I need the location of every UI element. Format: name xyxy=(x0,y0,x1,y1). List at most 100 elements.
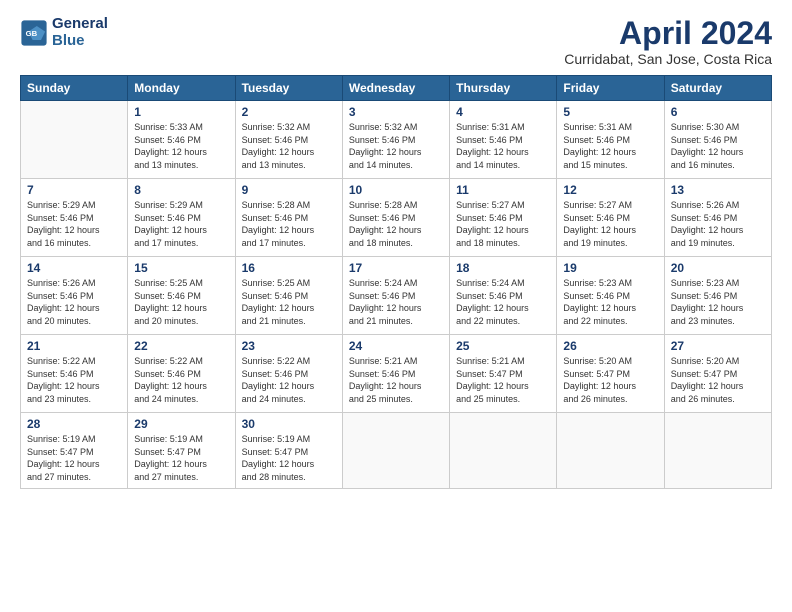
day-info: Sunrise: 5:23 AM Sunset: 5:46 PM Dayligh… xyxy=(671,277,765,327)
day-info: Sunrise: 5:25 AM Sunset: 5:46 PM Dayligh… xyxy=(242,277,336,327)
day-info: Sunrise: 5:31 AM Sunset: 5:46 PM Dayligh… xyxy=(456,121,550,171)
day-number: 9 xyxy=(242,183,336,197)
th-sunday: Sunday xyxy=(21,76,128,101)
day-info: Sunrise: 5:19 AM Sunset: 5:47 PM Dayligh… xyxy=(134,433,228,483)
calendar-cell: 30 Sunrise: 5:19 AM Sunset: 5:47 PM Dayli… xyxy=(235,413,342,488)
day-info: Sunrise: 5:22 AM Sunset: 5:46 PM Dayligh… xyxy=(242,355,336,405)
calendar-cell: 15Sunrise: 5:25 AM Sunset: 5:46 PM Dayli… xyxy=(128,257,235,335)
calendar-cell: 16Sunrise: 5:25 AM Sunset: 5:46 PM Dayli… xyxy=(235,257,342,335)
th-wednesday: Wednesday xyxy=(342,76,449,101)
day-info: Sunrise: 5:20 AM Sunset: 5:47 PM Dayligh… xyxy=(671,355,765,405)
day-number: 17 xyxy=(349,261,443,275)
day-info: Sunrise: 5:26 AM Sunset: 5:46 PM Dayligh… xyxy=(671,199,765,249)
day-number: 4 xyxy=(456,105,550,119)
calendar-week-1: 1 Sunrise: 5:33 AM Sunset: 5:46 PM Daylig… xyxy=(21,101,772,179)
calendar-cell: 2Sunrise: 5:32 AM Sunset: 5:46 PM Daylig… xyxy=(235,101,342,179)
th-thursday: Thursday xyxy=(450,76,557,101)
day-number: 27 xyxy=(671,339,765,353)
day-number: 18 xyxy=(456,261,550,275)
calendar-cell: 7 Sunrise: 5:29 AM Sunset: 5:46 PM Daylig… xyxy=(21,179,128,257)
day-number: 22 xyxy=(134,339,228,353)
day-info: Sunrise: 5:22 AM Sunset: 5:46 PM Dayligh… xyxy=(134,355,228,405)
calendar-cell: 12 Sunrise: 5:27 AM Sunset: 5:46 PM Dayli… xyxy=(557,179,664,257)
day-info: Sunrise: 5:20 AM Sunset: 5:47 PM Dayligh… xyxy=(563,355,657,405)
day-number: 11 xyxy=(456,183,550,197)
calendar-cell: 8 Sunrise: 5:29 AM Sunset: 5:46 PM Daylig… xyxy=(128,179,235,257)
day-number: 20 xyxy=(671,261,765,275)
calendar-cell: 14 Sunrise: 5:26 AM Sunset: 5:46 PM Dayli… xyxy=(21,257,128,335)
day-info: Sunrise: 5:28 AM Sunset: 5:46 PM Dayligh… xyxy=(242,199,336,249)
day-number: 24 xyxy=(349,339,443,353)
day-info: Sunrise: 5:24 AM Sunset: 5:46 PM Dayligh… xyxy=(349,277,443,327)
logo: GB General Blue xyxy=(20,16,108,49)
day-info: Sunrise: 5:24 AM Sunset: 5:46 PM Dayligh… xyxy=(456,277,550,327)
calendar-cell: 5 Sunrise: 5:31 AM Sunset: 5:46 PM Daylig… xyxy=(557,101,664,179)
day-number: 28 xyxy=(27,417,121,431)
calendar-cell xyxy=(664,413,771,488)
calendar-cell: 23 Sunrise: 5:22 AM Sunset: 5:46 PM Dayli… xyxy=(235,335,342,413)
calendar-cell: 3 Sunrise: 5:32 AM Sunset: 5:46 PM Daylig… xyxy=(342,101,449,179)
day-info: Sunrise: 5:27 AM Sunset: 5:46 PM Dayligh… xyxy=(456,199,550,249)
svg-text:GB: GB xyxy=(26,28,38,37)
logo-line2: Blue xyxy=(52,33,108,50)
calendar-cell: 17 Sunrise: 5:24 AM Sunset: 5:46 PM Dayli… xyxy=(342,257,449,335)
day-info: Sunrise: 5:30 AM Sunset: 5:46 PM Dayligh… xyxy=(671,121,765,171)
day-number: 12 xyxy=(563,183,657,197)
calendar-cell: 28Sunrise: 5:19 AM Sunset: 5:47 PM Dayli… xyxy=(21,413,128,488)
th-tuesday: Tuesday xyxy=(235,76,342,101)
day-info: Sunrise: 5:19 AM Sunset: 5:47 PM Dayligh… xyxy=(242,433,336,483)
day-info: Sunrise: 5:29 AM Sunset: 5:46 PM Dayligh… xyxy=(134,199,228,249)
day-number: 23 xyxy=(242,339,336,353)
header: GB General Blue April 2024 Curridabat, S… xyxy=(20,16,772,67)
calendar-cell: 25Sunrise: 5:21 AM Sunset: 5:47 PM Dayli… xyxy=(450,335,557,413)
day-info: Sunrise: 5:21 AM Sunset: 5:47 PM Dayligh… xyxy=(456,355,550,405)
day-number: 14 xyxy=(27,261,121,275)
title-block: April 2024 Curridabat, San Jose, Costa R… xyxy=(564,16,772,67)
day-number: 6 xyxy=(671,105,765,119)
day-number: 10 xyxy=(349,183,443,197)
th-monday: Monday xyxy=(128,76,235,101)
calendar-cell: 26 Sunrise: 5:20 AM Sunset: 5:47 PM Dayli… xyxy=(557,335,664,413)
calendar-cell: 29 Sunrise: 5:19 AM Sunset: 5:47 PM Dayli… xyxy=(128,413,235,488)
month-title: April 2024 xyxy=(564,16,772,51)
calendar-cell: 13 Sunrise: 5:26 AM Sunset: 5:46 PM Dayli… xyxy=(664,179,771,257)
day-number: 7 xyxy=(27,183,121,197)
day-number: 5 xyxy=(563,105,657,119)
logo-line1: General xyxy=(52,16,108,33)
calendar-cell: 20 Sunrise: 5:23 AM Sunset: 5:46 PM Dayli… xyxy=(664,257,771,335)
calendar-cell: 24Sunrise: 5:21 AM Sunset: 5:46 PM Dayli… xyxy=(342,335,449,413)
day-info: Sunrise: 5:22 AM Sunset: 5:46 PM Dayligh… xyxy=(27,355,121,405)
day-info: Sunrise: 5:32 AM Sunset: 5:46 PM Dayligh… xyxy=(242,121,336,171)
day-number: 3 xyxy=(349,105,443,119)
logo-text: General Blue xyxy=(52,16,108,49)
day-number: 19 xyxy=(563,261,657,275)
calendar-cell xyxy=(557,413,664,488)
day-info: Sunrise: 5:31 AM Sunset: 5:46 PM Dayligh… xyxy=(563,121,657,171)
calendar-cell xyxy=(342,413,449,488)
day-number: 21 xyxy=(27,339,121,353)
calendar-week-4: 21 Sunrise: 5:22 AM Sunset: 5:46 PM Dayli… xyxy=(21,335,772,413)
calendar-cell: 10 Sunrise: 5:28 AM Sunset: 5:46 PM Dayli… xyxy=(342,179,449,257)
calendar-cell: 22 Sunrise: 5:22 AM Sunset: 5:46 PM Dayli… xyxy=(128,335,235,413)
calendar-cell: 9 Sunrise: 5:28 AM Sunset: 5:46 PM Daylig… xyxy=(235,179,342,257)
calendar-cell: 1 Sunrise: 5:33 AM Sunset: 5:46 PM Daylig… xyxy=(128,101,235,179)
calendar-cell: 21 Sunrise: 5:22 AM Sunset: 5:46 PM Dayli… xyxy=(21,335,128,413)
day-number: 26 xyxy=(563,339,657,353)
calendar-cell: 18 Sunrise: 5:24 AM Sunset: 5:46 PM Dayli… xyxy=(450,257,557,335)
day-number: 8 xyxy=(134,183,228,197)
day-info: Sunrise: 5:26 AM Sunset: 5:46 PM Dayligh… xyxy=(27,277,121,327)
day-info: Sunrise: 5:28 AM Sunset: 5:46 PM Dayligh… xyxy=(349,199,443,249)
day-number: 1 xyxy=(134,105,228,119)
day-info: Sunrise: 5:33 AM Sunset: 5:46 PM Dayligh… xyxy=(134,121,228,171)
th-friday: Friday xyxy=(557,76,664,101)
day-number: 13 xyxy=(671,183,765,197)
day-number: 29 xyxy=(134,417,228,431)
day-info: Sunrise: 5:29 AM Sunset: 5:46 PM Dayligh… xyxy=(27,199,121,249)
day-info: Sunrise: 5:32 AM Sunset: 5:46 PM Dayligh… xyxy=(349,121,443,171)
calendar-cell xyxy=(21,101,128,179)
calendar-week-5: 28 Sunrise: 5:19 AM Sunset: 5:47 PM Dayli… xyxy=(21,413,772,488)
day-info: Sunrise: 5:27 AM Sunset: 5:46 PM Dayligh… xyxy=(563,199,657,249)
day-number: 30 xyxy=(242,417,336,431)
calendar-cell: 11 Sunrise: 5:27 AM Sunset: 5:46 PM Dayli… xyxy=(450,179,557,257)
location-subtitle: Curridabat, San Jose, Costa Rica xyxy=(564,51,772,67)
